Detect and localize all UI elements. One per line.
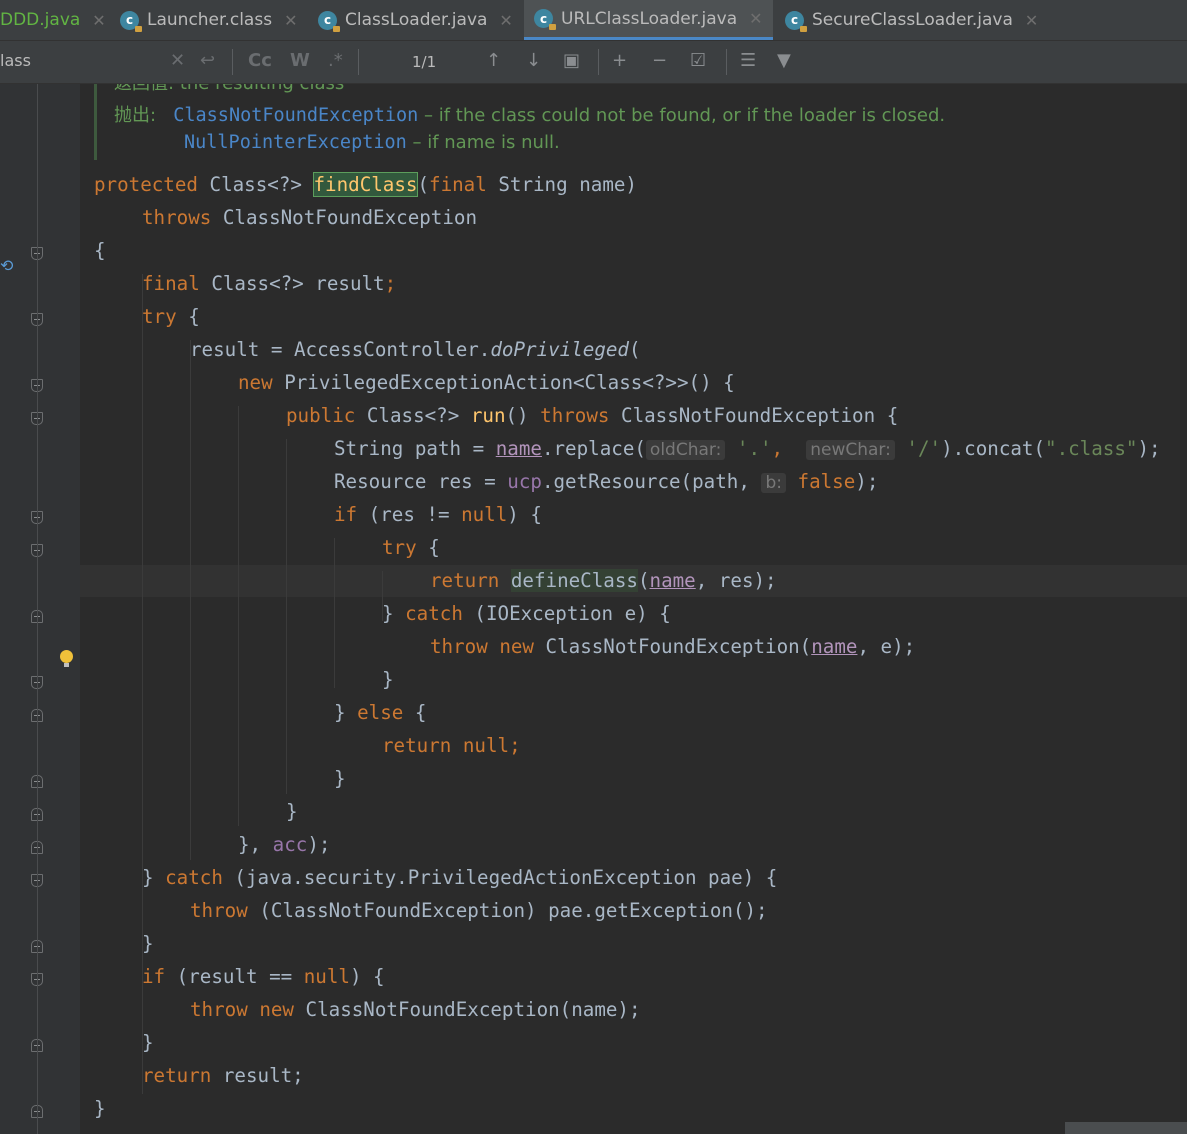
whole-words-toggle[interactable]: W [290, 50, 310, 71]
code-editor[interactable]: 返回值: the resulting class 抛出: ClassNotFou… [80, 84, 1187, 1134]
horizontal-scrollbar[interactable] [1065, 1122, 1187, 1134]
code-line: throw new ClassNotFoundException(name, e… [430, 635, 916, 658]
lightbulb-icon[interactable] [60, 650, 73, 667]
inlay-hint: newChar: [806, 440, 895, 460]
code-line: } else { [334, 701, 427, 724]
code-line: throw (ClassNotFoundException) pae.getEx… [190, 899, 768, 922]
close-icon[interactable]: ✕ [499, 11, 512, 30]
search-match: findClass [312, 172, 419, 197]
code-line: return result; [142, 1064, 304, 1087]
tab-secureclassloader-java[interactable]: c SecureClassLoader.java ✕ [785, 0, 1038, 40]
tab-label: Launcher.class [147, 10, 273, 30]
code-line: { [94, 239, 106, 262]
indent-guide [334, 538, 335, 688]
code-line: throws ClassNotFoundException [142, 206, 478, 229]
code-line: } [142, 932, 154, 955]
separator [726, 49, 727, 75]
doc-link[interactable]: NullPointerException [184, 132, 407, 153]
add-occurrence-icon[interactable]: + [612, 50, 627, 71]
tab-label: URLClassLoader.java [561, 8, 738, 29]
close-icon[interactable]: ✕ [92, 11, 105, 30]
previous-occurrence-icon[interactable]: ↑ [486, 50, 501, 71]
tab-classloader-java[interactable]: c ClassLoader.java ✕ [318, 0, 513, 40]
code-line: } [94, 1097, 106, 1120]
doc-link[interactable]: ClassNotFoundException [173, 105, 418, 126]
code-line: } [382, 668, 394, 691]
tab-label: DDD.java [0, 10, 81, 30]
code-line: }, acc); [238, 833, 331, 856]
indent-guide [238, 406, 239, 826]
code-line-current: return defineClass(name, res); [430, 569, 777, 592]
code-line: Resource res = ucp.getResource(path, b: … [334, 470, 879, 493]
indent-guide [286, 439, 287, 794]
code-line: String path = name.replace(oldChar: '.',… [334, 437, 1161, 460]
class-icon: c [534, 9, 556, 30]
inlay-hint: b: [761, 473, 786, 493]
doc-returns-line: 返回值: the resulting class [114, 84, 344, 100]
filter-lines-icon[interactable]: ☰ [740, 50, 756, 71]
tab-launcher-class[interactable]: c Launcher.class ✕ [120, 0, 297, 40]
gutter-line [37, 84, 38, 1134]
class-icon: c [785, 10, 807, 32]
clear-search-icon[interactable]: ✕ [170, 50, 185, 71]
close-icon[interactable]: ✕ [1025, 11, 1038, 30]
separator [358, 49, 359, 75]
tab-label: SecureClassLoader.java [812, 10, 1013, 30]
history-icon[interactable]: ↩ [200, 50, 215, 71]
code-line: if (result == null) { [142, 965, 385, 988]
doc-comment-bar [94, 84, 97, 160]
class-icon: c [120, 10, 142, 32]
remove-occurrence-icon[interactable]: − [652, 50, 667, 71]
match-case-toggle[interactable]: Cc [248, 50, 272, 71]
code-line: protected Class<?> findClass(final Strin… [94, 172, 637, 197]
search-input[interactable]: lass [0, 51, 31, 70]
code-line: } [142, 1031, 154, 1054]
gutter: ⟲ [0, 84, 80, 1134]
close-icon[interactable]: ✕ [284, 11, 297, 30]
tab-urlclassloader-java[interactable]: c URLClassLoader.java ✕ [524, 0, 773, 40]
match-count: 1/1 [412, 53, 437, 71]
doc-throws-label: 抛出: [114, 105, 157, 126]
code-line: } [334, 767, 346, 790]
code-line: throw new ClassNotFoundException(name); [190, 998, 641, 1021]
code-line: } catch (IOException e) { [382, 602, 671, 625]
separator [598, 49, 599, 75]
indent-guide [190, 340, 191, 860]
code-line: if (res != null) { [334, 503, 542, 526]
close-icon[interactable]: ✕ [749, 9, 762, 28]
tab-ddd-java[interactable]: DDD.java ✕ [0, 0, 106, 40]
toggle-selection-icon[interactable]: ☑ [690, 50, 706, 71]
class-icon: c [318, 10, 340, 32]
code-line: public Class<?> run() throws ClassNotFou… [286, 404, 899, 427]
find-bar: lass ✕ ↩ Cc W .* 1/1 ↑ ↓ ▣ + − ☑ ☰ ▼ [0, 41, 1187, 84]
code-line: try { [382, 536, 440, 559]
filter-icon[interactable]: ▼ [777, 50, 791, 71]
code-line: result = AccessController.doPrivileged( [190, 338, 641, 361]
code-line: final Class<?> result; [142, 272, 397, 295]
editor-tab-bar: DDD.java ✕ c Launcher.class ✕ c ClassLoa… [0, 0, 1187, 41]
next-occurrence-icon[interactable]: ↓ [526, 50, 541, 71]
inlay-hint: oldChar: [645, 440, 726, 460]
code-line: } catch (java.security.PrivilegedActionE… [142, 866, 778, 889]
doc-throws-line-2: NullPointerException – if name is null. [184, 132, 560, 153]
code-line: return null; [382, 734, 521, 757]
code-line: } [286, 800, 298, 823]
tab-label: ClassLoader.java [345, 10, 488, 30]
code-line: new PrivilegedExceptionAction<Class<?>>(… [238, 371, 735, 394]
select-all-occurrences-icon[interactable]: ▣ [563, 50, 580, 71]
override-marker-icon[interactable]: ⟲ [0, 256, 13, 275]
regex-toggle[interactable]: .* [328, 50, 343, 71]
separator [232, 49, 233, 75]
code-line: try { [142, 305, 200, 328]
